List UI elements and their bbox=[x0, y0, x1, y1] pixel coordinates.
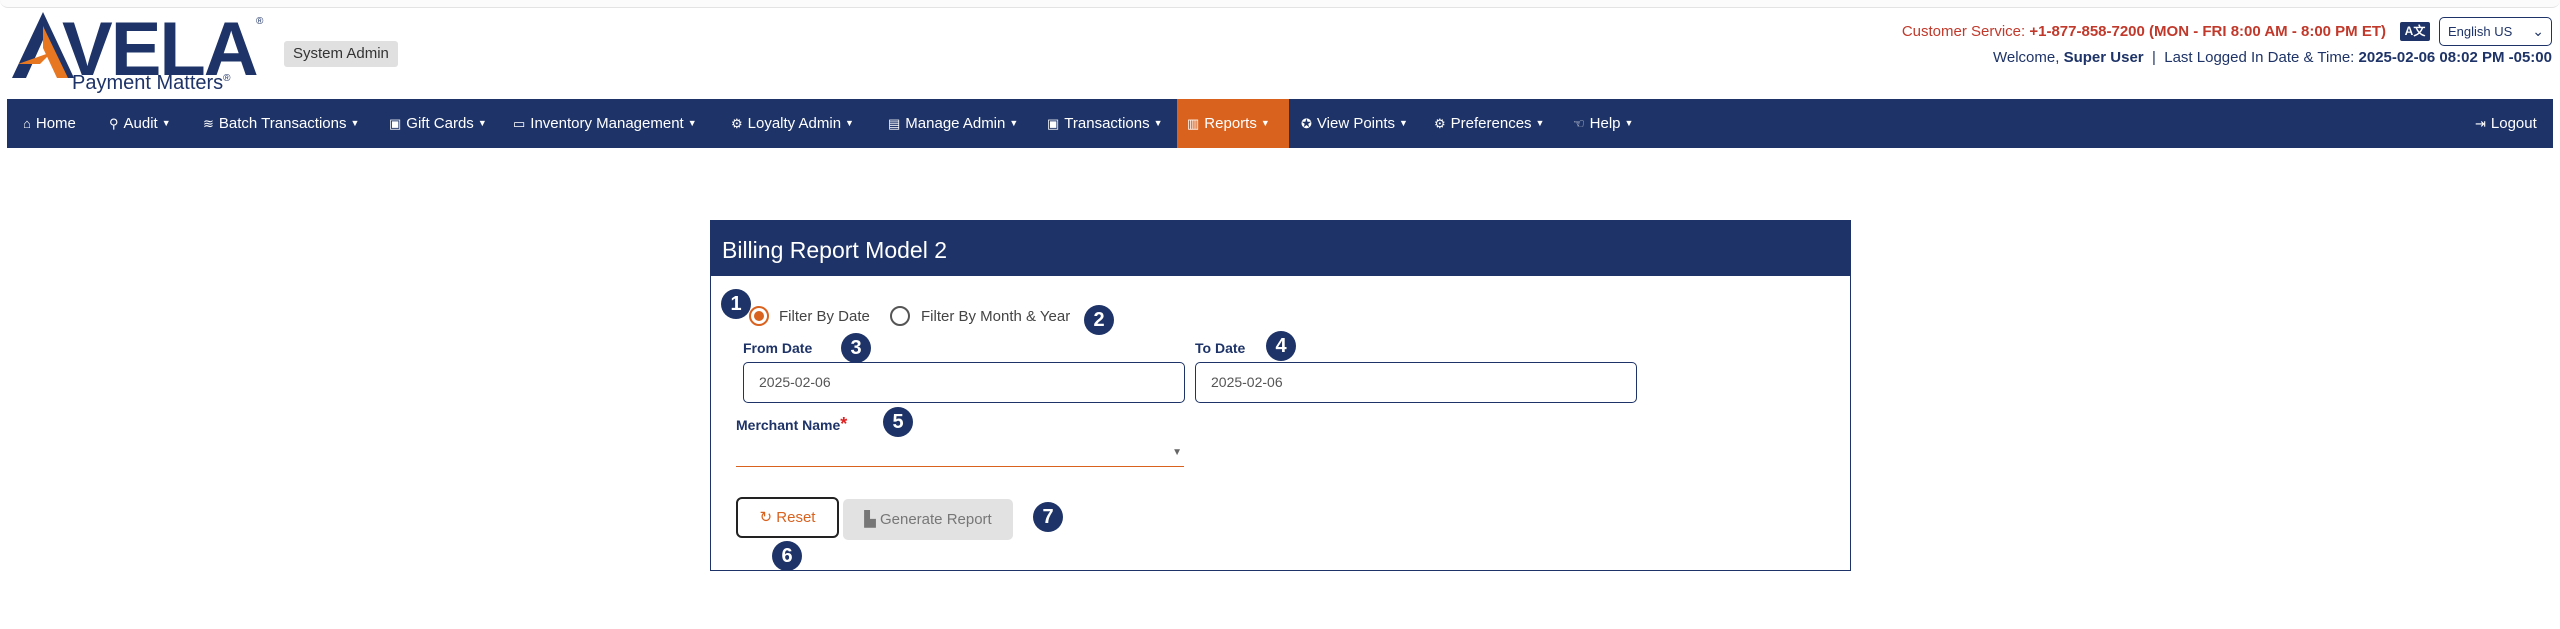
nav-item-transactions[interactable]: ▣ Transactions ▼ bbox=[1037, 99, 1173, 148]
merchant-name-text: Merchant Name bbox=[736, 417, 841, 433]
filter-by-month-year-label: Filter By Month & Year bbox=[921, 308, 1071, 325]
nav-label: Preferences bbox=[1450, 115, 1532, 132]
marker-6: 6 bbox=[772, 541, 802, 571]
nav-item-batch-transactions[interactable]: ≋ Batch Transactions ▼ bbox=[193, 99, 369, 148]
merchant-name-label: Merchant Name* bbox=[736, 414, 847, 435]
main-nav: ⌂ Home ⚲ Audit ▼ ≋ Batch Transactions ▼ ▣ Gift… bbox=[7, 99, 2553, 148]
gift-icon: ▣ bbox=[389, 116, 402, 131]
generate-report-label: Generate Report bbox=[879, 511, 992, 528]
nav-label: View Points bbox=[1316, 115, 1396, 132]
briefcase-icon: ▤ bbox=[888, 116, 901, 131]
welcome-info: Welcome, Super User | Last Logged In Dat… bbox=[1993, 49, 2552, 66]
translate-icon: A文 bbox=[2400, 22, 2430, 41]
cogs-icon: ⚙ bbox=[731, 116, 743, 131]
gear-icon: ⚙ bbox=[1434, 116, 1446, 131]
caret-down-icon: ▼ bbox=[1624, 118, 1634, 128]
logout-button[interactable]: ⇥ Logout bbox=[2465, 99, 2547, 148]
role-badge: System Admin bbox=[284, 41, 398, 67]
nav-item-loyalty-admin[interactable]: ⚙ Loyalty Admin ▼ bbox=[721, 99, 864, 148]
nav-label: Audit bbox=[123, 115, 158, 132]
hand-icon: ☜ bbox=[1573, 116, 1585, 131]
caret-down-icon: ▼ bbox=[687, 118, 697, 128]
nav-item-view-points[interactable]: ✪ View Points ▼ bbox=[1291, 99, 1418, 148]
nav-item-help[interactable]: ☜ Help ▼ bbox=[1563, 99, 1643, 148]
last-login-value: 2025-02-06 08:02 PM -05:00 bbox=[2358, 49, 2552, 66]
nav-label: Transactions bbox=[1064, 115, 1150, 132]
welcome-separator: | bbox=[2151, 49, 2156, 66]
home-icon: ⌂ bbox=[23, 116, 31, 131]
nav-item-reports[interactable]: ▥ Reports ▼ bbox=[1177, 99, 1289, 148]
logout-label: Logout bbox=[2490, 115, 2537, 132]
marker-7: 7 bbox=[1033, 502, 1063, 532]
nav-label: Loyalty Admin bbox=[747, 115, 842, 132]
marker-4: 4 bbox=[1266, 331, 1296, 361]
avela-logo[interactable]: VELA ® Payment Matters® bbox=[12, 12, 264, 96]
caret-down-icon: ▼ bbox=[350, 118, 360, 128]
nav-label: Manage Admin bbox=[905, 115, 1006, 132]
search-icon: ⚲ bbox=[109, 116, 119, 131]
marker-2: 2 bbox=[1084, 305, 1114, 335]
caret-down-icon: ▼ bbox=[1535, 118, 1545, 128]
caret-down-icon: ▼ bbox=[1399, 118, 1408, 128]
report-icon: ▙ bbox=[864, 511, 876, 528]
chevron-down-icon: ⌄ bbox=[2532, 23, 2544, 39]
customer-service-phone: +1-877-858-7200 (MON - FRI 8:00 AM - 8:0… bbox=[2029, 23, 2386, 40]
language-selected: English US bbox=[2448, 24, 2513, 39]
generate-report-button[interactable]: ▙ Generate Report bbox=[843, 499, 1013, 540]
logout-icon: ⇥ bbox=[2475, 116, 2486, 131]
nav-item-gift-cards[interactable]: ▣ Gift Cards ▼ bbox=[379, 99, 497, 148]
bar-chart-icon: ▥ bbox=[1187, 116, 1200, 131]
to-date-input[interactable]: 2025-02-06 bbox=[1195, 362, 1637, 403]
caret-down-icon: ▼ bbox=[477, 118, 487, 128]
caret-down-icon: ▼ bbox=[161, 118, 171, 128]
award-icon: ✪ bbox=[1301, 116, 1312, 131]
browser-top-strip bbox=[0, 0, 2560, 8]
welcome-user: Super User bbox=[2063, 49, 2144, 66]
money-icon: ▣ bbox=[1047, 116, 1060, 131]
box-icon: ▭ bbox=[513, 116, 526, 131]
filter-by-date-radio[interactable] bbox=[749, 306, 769, 326]
nav-item-inventory-management[interactable]: ▭ Inventory Management ▼ bbox=[503, 99, 707, 148]
to-date-label: To Date bbox=[1195, 340, 1246, 356]
card-title: Billing Report Model 2 bbox=[722, 237, 948, 263]
layers-icon: ≋ bbox=[203, 116, 214, 131]
logo-tagline: Payment Matters® bbox=[72, 72, 231, 94]
nav-label: Batch Transactions bbox=[218, 115, 347, 132]
nav-item-manage-admin[interactable]: ▤ Manage Admin ▼ bbox=[878, 99, 1028, 148]
filter-by-month-year-radio[interactable] bbox=[890, 306, 910, 326]
caret-down-icon: ▼ bbox=[1153, 118, 1163, 128]
last-login-label: Last Logged In Date & Time: bbox=[2164, 49, 2355, 66]
nav-label: Home bbox=[35, 115, 76, 132]
nav-item-audit[interactable]: ⚲ Audit ▼ bbox=[99, 99, 181, 148]
reset-button[interactable]: ↻ Reset bbox=[736, 497, 839, 538]
welcome-label: Welcome, bbox=[1993, 49, 2060, 66]
marker-5: 5 bbox=[883, 407, 913, 437]
billing-report-card: Billing Report Model 2 1 Filter By Date … bbox=[710, 220, 1851, 571]
nav-label: Help bbox=[1589, 115, 1621, 132]
caret-down-icon: ▼ bbox=[1009, 118, 1019, 128]
language-select[interactable]: English US ⌄ bbox=[2439, 17, 2552, 46]
caret-down-icon: ▼ bbox=[845, 118, 854, 128]
customer-service-info: Customer Service: +1-877-858-7200 (MON -… bbox=[1902, 23, 2386, 40]
nav-label: Inventory Management bbox=[530, 115, 684, 132]
card-header: Billing Report Model 2 bbox=[711, 221, 1850, 276]
filter-by-date-label: Filter By Date bbox=[779, 308, 870, 325]
from-date-input[interactable]: 2025-02-06 bbox=[743, 362, 1185, 403]
from-date-label: From Date bbox=[743, 340, 813, 356]
marker-1: 1 bbox=[721, 289, 751, 319]
nav-label: Gift Cards bbox=[406, 115, 474, 132]
page: VELA ® Payment Matters® System Admin Cus… bbox=[0, 0, 2560, 629]
marker-3: 3 bbox=[841, 333, 871, 363]
caret-down-icon: ▼ bbox=[1260, 118, 1270, 128]
nav-item-preferences[interactable]: ⚙ Preferences ▼ bbox=[1424, 99, 1554, 148]
merchant-name-select[interactable]: ▼ bbox=[736, 439, 1184, 467]
nav-item-home[interactable]: ⌂ Home bbox=[13, 99, 86, 148]
logo-registered-mark: ® bbox=[256, 16, 264, 27]
refresh-icon: ↻ bbox=[759, 509, 773, 526]
reset-label: Reset bbox=[776, 509, 816, 526]
required-asterisk: * bbox=[840, 414, 848, 434]
caret-down-icon: ▼ bbox=[1172, 447, 1182, 458]
customer-service-label: Customer Service: bbox=[1901, 23, 2026, 40]
nav-label: Reports bbox=[1204, 115, 1257, 132]
